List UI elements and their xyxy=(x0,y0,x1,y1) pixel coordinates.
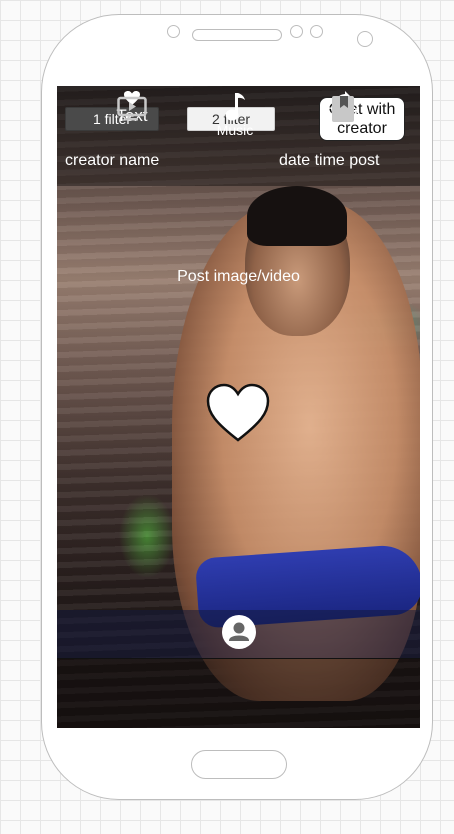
camera-dot xyxy=(167,25,180,38)
music-icon xyxy=(225,93,245,121)
profile-icon[interactable] xyxy=(221,614,257,650)
music-label: Music xyxy=(216,122,254,138)
sensor-dot xyxy=(290,25,303,38)
heart-icon[interactable] xyxy=(206,383,270,443)
speaker-grille xyxy=(192,29,282,41)
video-icon xyxy=(117,96,147,121)
bottom-nav xyxy=(57,659,420,728)
screen: 1 filter 2 filter Chat with creator crea… xyxy=(57,86,420,728)
sensor-dot xyxy=(310,25,323,38)
creator-name[interactable]: creator name xyxy=(65,152,159,170)
post-photo-hair xyxy=(247,186,347,246)
post-media-label: Post image/video xyxy=(177,268,300,285)
post-datetime: date time post xyxy=(279,152,380,169)
home-button[interactable] xyxy=(191,750,287,779)
front-camera xyxy=(357,31,373,47)
nav-video[interactable] xyxy=(115,96,149,122)
nav-music[interactable]: Music xyxy=(213,92,257,138)
bookmark-icon xyxy=(332,96,354,122)
nav-bookmarks[interactable] xyxy=(328,95,358,123)
